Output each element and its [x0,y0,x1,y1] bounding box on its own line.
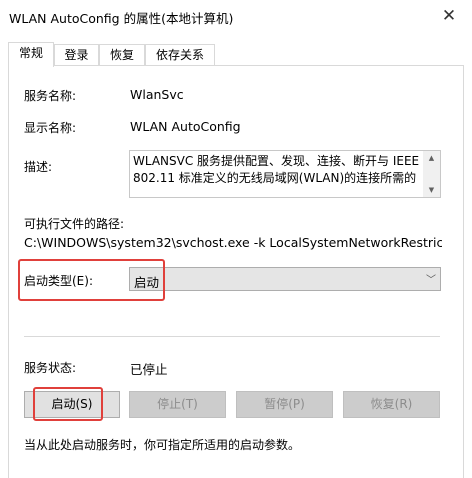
startup-type-label: 启动类型(E): [24,274,93,288]
exe-path-label: 可执行文件的路径: [24,217,125,231]
tab-recovery[interactable]: 恢复 [99,44,145,66]
close-button[interactable]: ✕ [426,0,472,31]
tab-logon[interactable]: 登录 [54,44,99,66]
tab-general[interactable]: 常规 [8,42,54,67]
stop-button[interactable]: 停止(T) [129,391,226,418]
chevron-down-icon: ﹀ [426,275,436,286]
service-name-value: WlanSvc [130,87,184,102]
tab-dependencies[interactable]: 依存关系 [145,44,215,66]
startup-type-select[interactable]: 启动 ﹀ [129,267,441,291]
description-scrollbar[interactable]: ▲ ▼ [423,151,440,197]
scroll-down-icon[interactable]: ▼ [423,183,440,197]
pause-button[interactable]: 暂停(P) [236,391,333,418]
description-box[interactable]: WLANSVC 服务提供配置、发现、连接、断开与 IEEE 802.11 标准定… [129,150,441,198]
resume-button[interactable]: 恢复(R) [343,391,440,418]
title-bar: WLAN AutoConfig 的属性(本地计算机) ✕ [0,0,472,31]
hint-text: 当从此处启动服务时，你可指定所适用的启动参数。 [24,438,301,452]
display-name-value: WLAN AutoConfig [130,119,241,134]
startup-type-value: 启动 [134,275,160,290]
exe-path-value: C:\WINDOWS\system32\svchost.exe -k Local… [24,235,442,250]
start-button[interactable]: 启动(S) [24,391,120,418]
description-text: WLANSVC 服务提供配置、发现、连接、断开与 IEEE 802.11 标准定… [133,154,420,185]
window-title: WLAN AutoConfig 的属性(本地计算机) [9,11,234,26]
description-label: 描述: [24,160,53,174]
display-name-label: 显示名称: [24,121,77,135]
status-label: 服务状态: [24,361,77,375]
service-name-label: 服务名称: [24,89,77,103]
status-value: 已停止 [130,362,168,377]
scroll-up-icon[interactable]: ▲ [423,151,440,165]
divider [24,336,440,337]
